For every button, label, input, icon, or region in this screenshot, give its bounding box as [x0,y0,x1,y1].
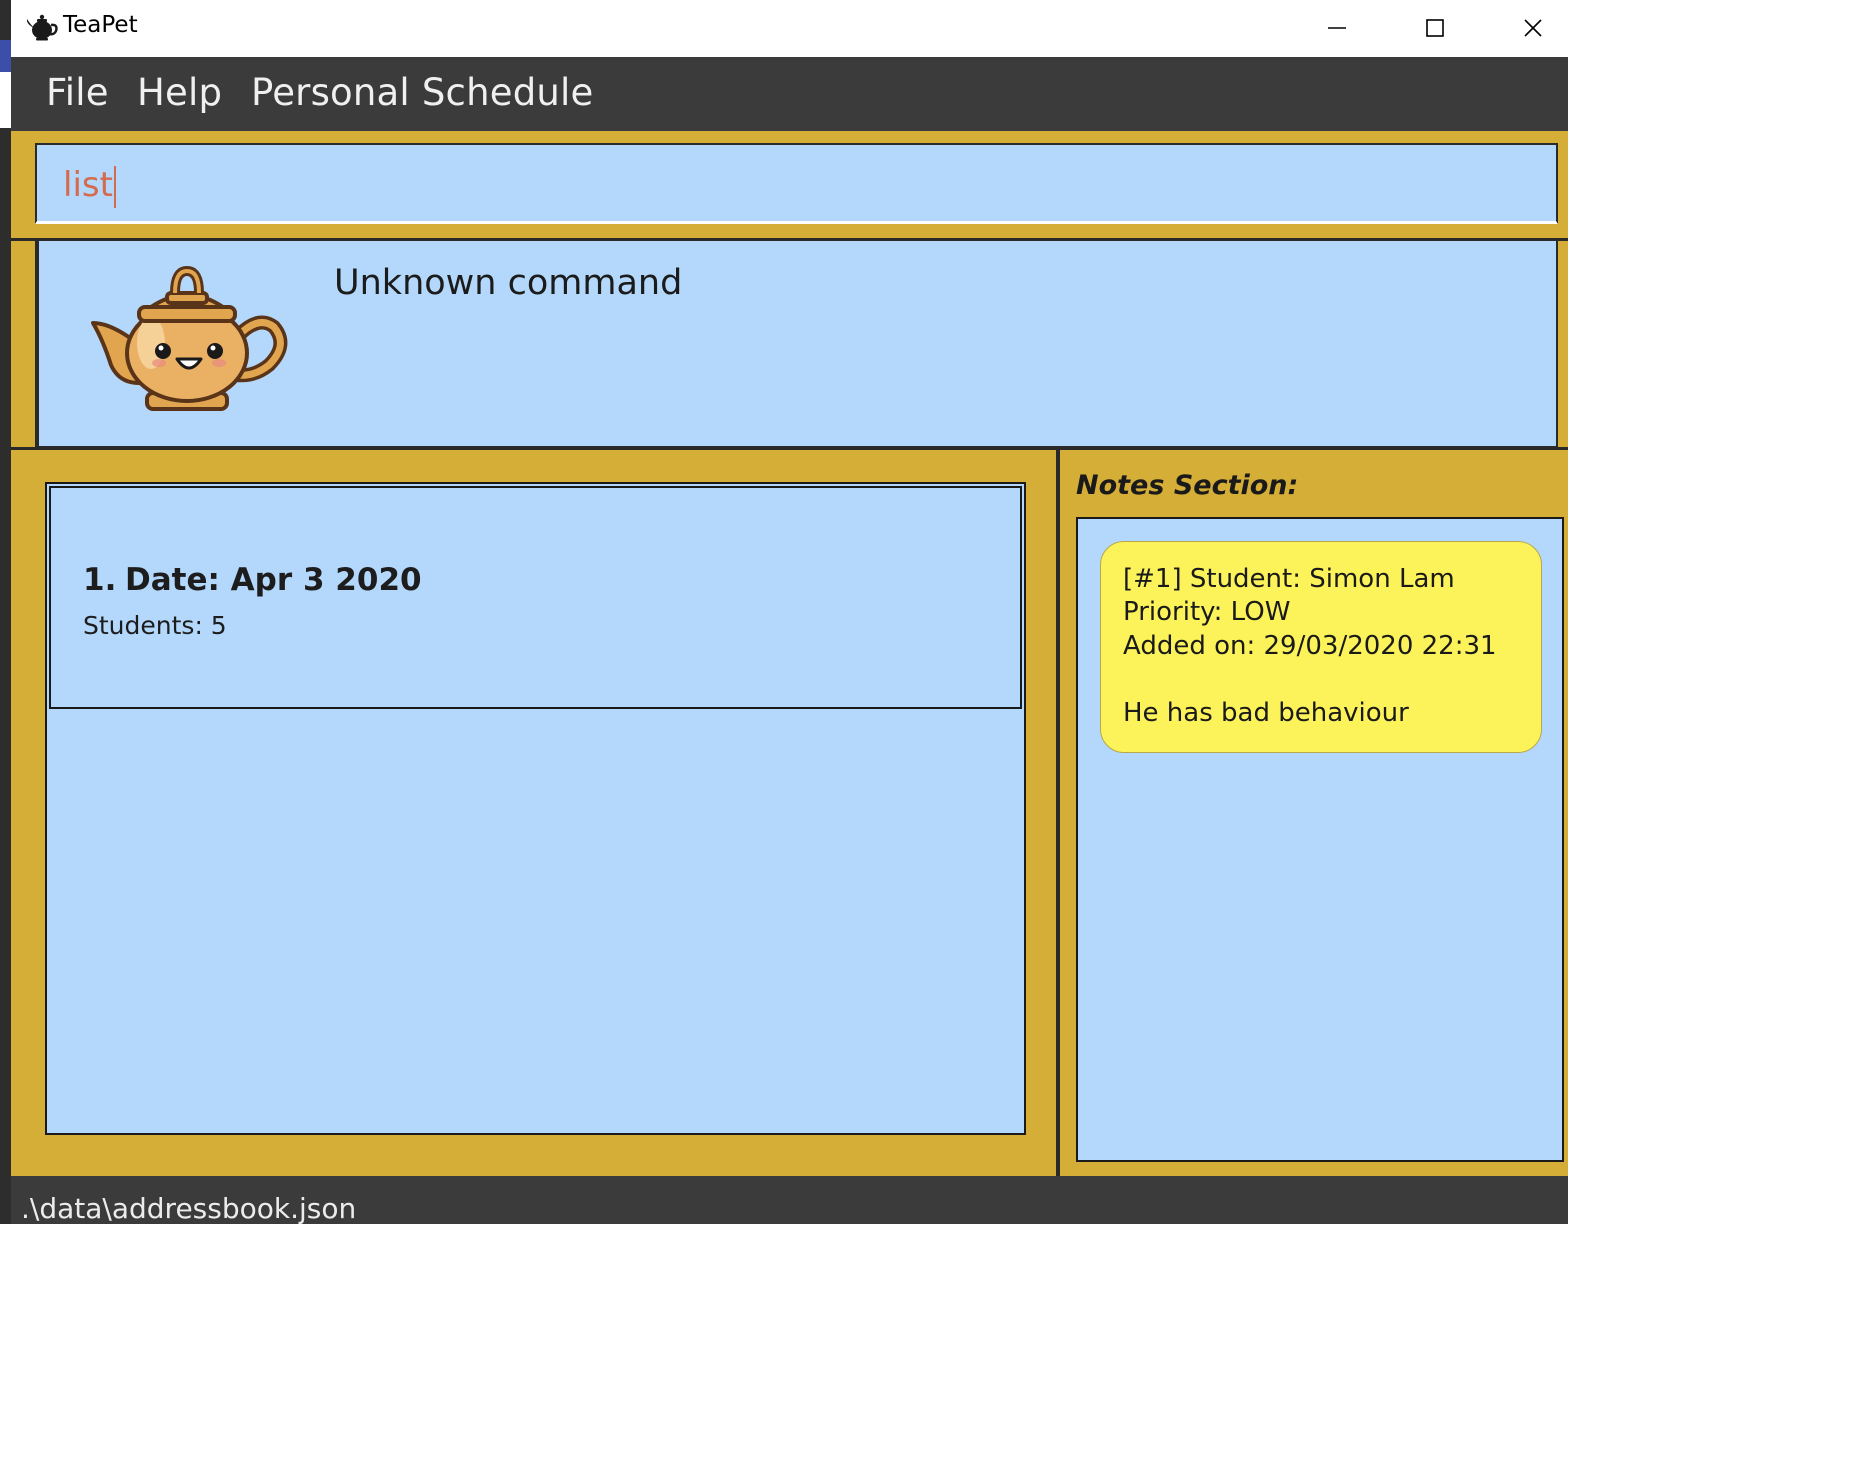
command-input[interactable]: list [35,143,1558,224]
teapot-mascot-icon [91,265,288,411]
result-display: Unknown command [37,239,1558,448]
note-student: [#1] Student: Simon Lam [1123,564,1455,594]
list-item-index: 1. [83,562,117,598]
note-added-on: Added on: 29/03/2020 22:31 [1123,631,1497,661]
notes-section-title: Notes Section: [1076,470,1299,501]
menu-personal-schedule[interactable]: Personal Schedule [251,71,593,114]
note-card[interactable]: [#1] Student: Simon Lam Priority: LOW Ad… [1100,541,1542,753]
menu-bar: File Help Personal Schedule [11,57,1568,131]
result-message: Unknown command [334,263,683,303]
note-content: He has bad behaviour [1123,698,1409,728]
maximize-button[interactable] [1386,0,1484,57]
title-bar: TeaPet [11,0,1568,57]
pane-splitter[interactable] [1056,450,1060,1176]
maximize-icon [1426,19,1444,37]
window-title: TeaPet [63,12,138,38]
background-window-tab [0,40,11,72]
minimize-icon [1328,27,1346,29]
command-value: list [63,165,113,205]
teapot-icon [26,14,58,41]
schedule-list: 1. Date: Apr 3 2020 Students: 5 [45,482,1026,1135]
notes-list: [#1] Student: Simon Lam Priority: LOW Ad… [1076,517,1564,1162]
list-item-date: Date: Apr 3 2020 [125,562,422,598]
list-item-students: Students: 5 [83,611,227,640]
background-window-edge [0,0,11,1224]
status-file-path: .\data\addressbook.json [21,1192,357,1225]
minimize-button[interactable] [1288,0,1386,57]
close-icon [1524,19,1542,37]
menu-help[interactable]: Help [137,71,222,114]
close-button[interactable] [1484,0,1582,57]
text-caret [113,165,116,208]
note-priority: Priority: LOW [1123,597,1291,627]
teapet-window: TeaPet File Help Personal Schedule list [11,0,1568,1225]
status-bar: .\data\addressbook.json [11,1176,1568,1225]
list-item[interactable]: 1. Date: Apr 3 2020 Students: 5 [49,486,1022,709]
background-window-gap [0,72,11,128]
menu-file[interactable]: File [46,71,109,114]
command-input-text: list [63,165,116,208]
